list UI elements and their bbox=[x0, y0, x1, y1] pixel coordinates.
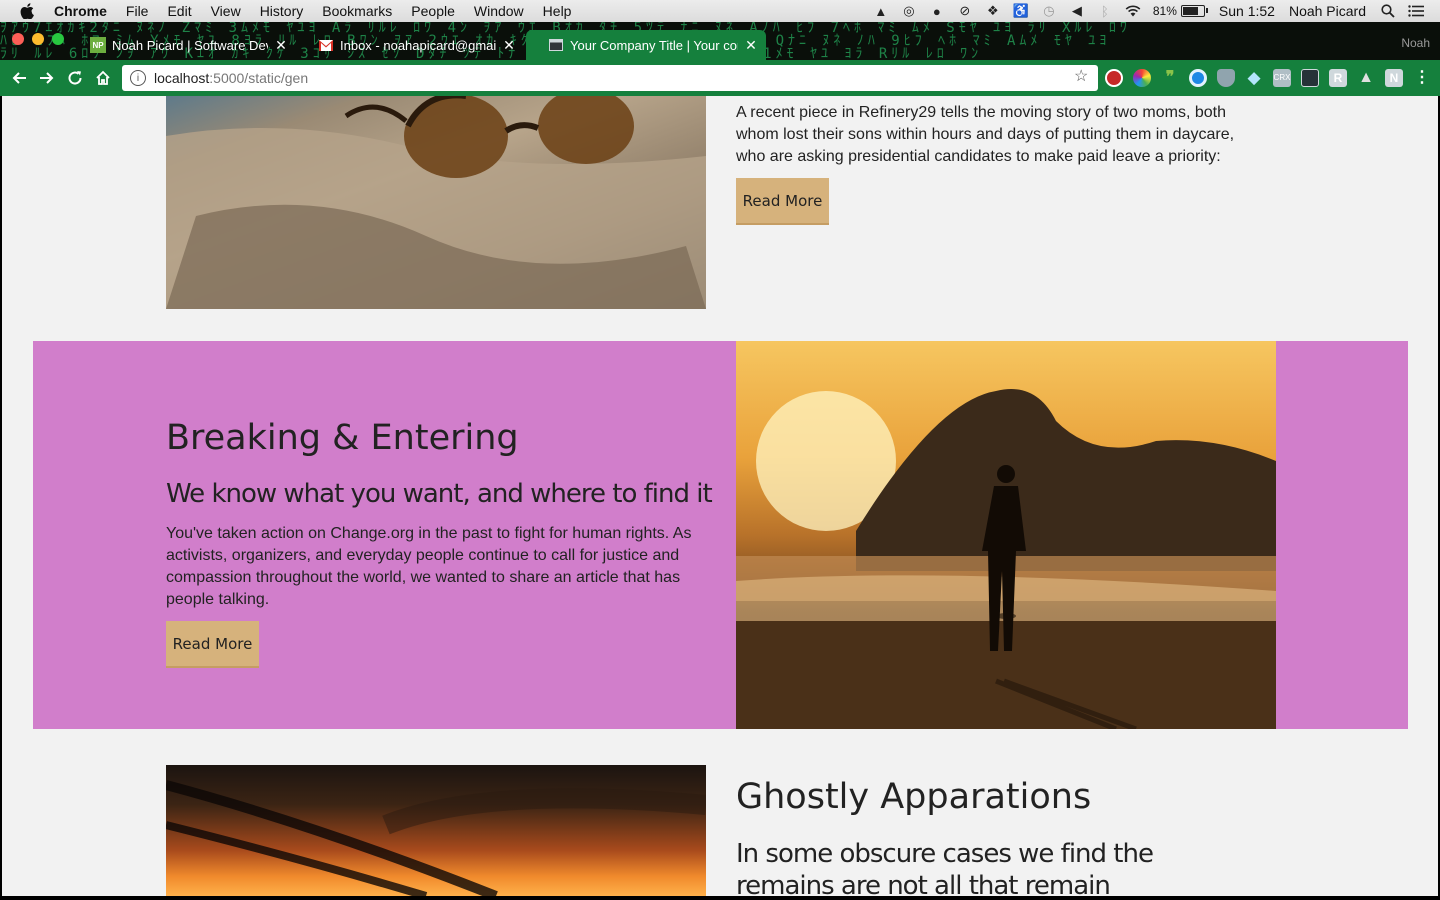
sunglasses-on-rock-photo bbox=[166, 96, 706, 309]
quote-extension-icon[interactable]: ❞ bbox=[1161, 69, 1179, 87]
page-icon bbox=[548, 37, 564, 53]
chat-bubble-icon[interactable]: ● bbox=[929, 3, 945, 19]
menu-bookmarks[interactable]: Bookmarks bbox=[322, 3, 392, 19]
np-favicon-icon: NP bbox=[90, 37, 106, 53]
macos-menu-bar: Chrome File Edit View History Bookmarks … bbox=[0, 0, 1440, 22]
tab-title: Inbox - noahapicard@gmail.co bbox=[340, 37, 496, 53]
chrome-menu-icon[interactable]: ⋮ bbox=[1413, 69, 1431, 87]
menu-history[interactable]: History bbox=[260, 3, 304, 19]
drive-extension-icon[interactable]: ▲ bbox=[1357, 69, 1375, 87]
clock[interactable]: Sun 1:52 bbox=[1219, 3, 1275, 19]
apple-icon[interactable] bbox=[18, 2, 36, 20]
ublock-extension-icon[interactable] bbox=[1105, 69, 1123, 87]
gmail-icon bbox=[318, 37, 334, 53]
menu-app-name[interactable]: Chrome bbox=[54, 3, 107, 19]
tab-your-company-title[interactable]: Your Company Title | Your com ✕ bbox=[526, 30, 766, 60]
browser-toolbar: i localhost:5000/static/gen ☆ ❞ ◆ CRX R … bbox=[0, 60, 1440, 96]
back-button[interactable] bbox=[5, 64, 33, 92]
diamond-extension-icon[interactable]: ◆ bbox=[1245, 69, 1263, 87]
menu-edit[interactable]: Edit bbox=[167, 3, 191, 19]
article-1-image bbox=[166, 96, 706, 309]
article-2-subtitle: We know what you want, and where to find… bbox=[166, 479, 713, 509]
menu-view[interactable]: View bbox=[211, 3, 241, 19]
window-minimize-button[interactable] bbox=[32, 33, 44, 45]
terminal-extension-icon[interactable] bbox=[1301, 69, 1319, 87]
url-path: :5000/static/gen bbox=[209, 70, 309, 86]
color-picker-extension-icon[interactable] bbox=[1133, 69, 1151, 87]
wifi-icon[interactable] bbox=[1125, 3, 1141, 19]
notification-center-icon[interactable] bbox=[1408, 3, 1424, 19]
volume-icon[interactable]: ◀ bbox=[1069, 3, 1085, 19]
battery-icon[interactable] bbox=[1180, 5, 1208, 17]
article-1-text: A recent piece in Refinery29 tells the m… bbox=[736, 104, 1235, 165]
creative-cloud-icon[interactable]: ◎ bbox=[901, 3, 917, 19]
url-host: localhost bbox=[154, 70, 210, 86]
tab-close-icon[interactable]: ✕ bbox=[502, 37, 516, 54]
browser-tab-strip: ｦｱｳ7ｴｵｶｷ2ﾀﾆ ﾇﾈﾉ Zﾏﾐ 3ﾑﾒﾓ ﾔﾕﾖ Aﾗ ﾘﾙﾚ ﾛﾜ 4… bbox=[0, 22, 1440, 60]
tab-title: Your Company Title | Your com bbox=[570, 37, 738, 53]
r-extension-icon[interactable]: R bbox=[1329, 69, 1347, 87]
status-area: ▲ ◎ ● ⊘ ❖ ♿ ◷ ◀ ᛒ 81% Sun 1:52 Noah Pica… bbox=[873, 0, 1440, 22]
tab-noah-picard[interactable]: NP Noah Picard | Software Develo ✕ bbox=[68, 30, 296, 60]
article-3-image bbox=[166, 765, 706, 896]
bluetooth-icon[interactable]: ᛒ bbox=[1097, 3, 1113, 19]
site-info-icon[interactable]: i bbox=[130, 70, 146, 86]
article-2-text: You've taken action on Change.org in the… bbox=[166, 525, 692, 608]
bookmark-star-icon[interactable]: ☆ bbox=[1074, 69, 1090, 85]
reload-button[interactable] bbox=[61, 64, 89, 92]
article-2-image bbox=[736, 341, 1276, 729]
n-extension-icon[interactable]: N bbox=[1385, 69, 1403, 87]
drive-icon[interactable]: ▲ bbox=[873, 3, 889, 19]
user-name[interactable]: Noah Picard bbox=[1289, 3, 1366, 19]
accessibility-icon[interactable]: ♿ bbox=[1013, 3, 1029, 19]
crx-extension-icon[interactable]: CRX bbox=[1273, 69, 1291, 87]
profile-button[interactable]: Noah bbox=[1401, 36, 1430, 50]
beach-sunset-silhouette-photo bbox=[736, 389, 1276, 729]
dropbox-icon[interactable]: ❖ bbox=[985, 3, 1001, 19]
menu-people[interactable]: People bbox=[411, 3, 455, 19]
time-machine-icon[interactable]: ◷ bbox=[1041, 3, 1057, 19]
tab-close-icon[interactable]: ✕ bbox=[744, 37, 758, 54]
menu-file[interactable]: File bbox=[126, 3, 149, 19]
circle-extension-icon[interactable] bbox=[1189, 69, 1207, 87]
pocket-extension-icon[interactable] bbox=[1217, 69, 1235, 87]
sunset-contrails-photo bbox=[166, 780, 706, 896]
article-2-read-more-button[interactable]: Read More bbox=[166, 621, 259, 668]
battery-percent: 81% bbox=[1152, 4, 1177, 18]
tab-gmail-inbox[interactable]: Inbox - noahapicard@gmail.co ✕ bbox=[296, 30, 524, 60]
article-1-read-more-button[interactable]: Read More bbox=[736, 178, 829, 225]
home-button[interactable] bbox=[89, 64, 117, 92]
menu-help[interactable]: Help bbox=[543, 3, 572, 19]
do-not-disturb-icon[interactable]: ⊘ bbox=[957, 3, 973, 19]
article-3-subtitle: In some obscure cases we find the remain… bbox=[736, 839, 1154, 896]
spotlight-search-icon[interactable] bbox=[1380, 3, 1396, 19]
menu-window[interactable]: Window bbox=[474, 3, 524, 19]
address-bar[interactable]: i localhost:5000/static/gen ☆ bbox=[122, 65, 1098, 91]
tab-title: Noah Picard | Software Develo bbox=[112, 37, 268, 53]
web-page: A recent piece in Refinery29 tells the m… bbox=[2, 96, 1438, 896]
article-3-title: Ghostly Apparations bbox=[736, 777, 1092, 817]
article-2-title: Breaking & Entering bbox=[166, 418, 519, 458]
tab-close-icon[interactable]: ✕ bbox=[274, 37, 288, 54]
window-zoom-button[interactable] bbox=[52, 33, 64, 45]
window-close-button[interactable] bbox=[12, 33, 24, 45]
forward-button[interactable] bbox=[33, 64, 61, 92]
